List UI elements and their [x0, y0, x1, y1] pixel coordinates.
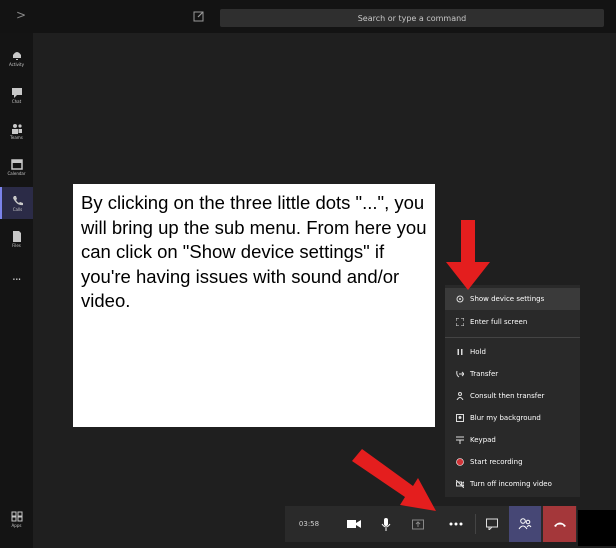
menu-item-consult-then-transfer[interactable]: Consult then transfer	[445, 385, 580, 407]
transfer-icon	[456, 370, 464, 378]
rail-item-calls[interactable]: Calls	[0, 187, 33, 219]
title-bar: > Search or type a command	[0, 0, 616, 33]
hangup-icon	[553, 522, 566, 527]
share-icon	[412, 519, 424, 530]
rail-item-files[interactable]: Files	[0, 223, 33, 255]
people-icon	[518, 518, 532, 530]
camera-icon	[347, 520, 361, 528]
screen-edge	[578, 510, 616, 546]
menu-item-label: Consult then transfer	[470, 392, 545, 400]
instruction-callout: By clicking on the three little dots "..…	[73, 184, 435, 427]
hang-up-button[interactable]	[543, 506, 576, 542]
rail-item-calendar[interactable]: Calendar	[0, 151, 33, 183]
files-icon	[12, 230, 21, 242]
chat-icon	[11, 87, 22, 98]
fullscreen-icon	[456, 318, 464, 326]
rail-item-apps[interactable]: Apps	[0, 503, 33, 535]
menu-item-turn-off-incoming-video[interactable]: Turn off incoming video	[445, 473, 580, 495]
teams-icon	[11, 123, 22, 134]
gear-icon	[456, 295, 464, 303]
menu-item-hold[interactable]: Hold	[445, 341, 580, 363]
menu-item-label: Keypad	[470, 436, 496, 444]
back-chevron-icon[interactable]: >	[16, 8, 26, 22]
more-icon	[449, 522, 463, 526]
more-apps-icon[interactable]: ...	[12, 269, 22, 283]
menu-item-label: Enter full screen	[470, 318, 528, 326]
search-input[interactable]: Search or type a command	[220, 9, 604, 27]
participants-button[interactable]	[509, 506, 541, 542]
menu-item-label: Hold	[470, 348, 486, 356]
menu-item-label: Show device settings	[470, 295, 545, 303]
more-actions-menu: Show device settings Enter full screen H…	[445, 285, 580, 497]
bell-icon	[12, 51, 21, 60]
pause-icon	[457, 349, 463, 355]
menu-divider	[445, 337, 580, 338]
call-controls-bar: 03:58	[285, 506, 577, 542]
menu-item-label: Start recording	[470, 458, 523, 466]
menu-item-keypad[interactable]: Keypad	[445, 429, 580, 451]
mic-icon	[381, 517, 391, 531]
menu-item-blur-background[interactable]: Blur my background	[445, 407, 580, 429]
menu-item-label: Transfer	[470, 370, 499, 378]
menu-item-enter-full-screen[interactable]: Enter full screen	[445, 311, 580, 333]
keypad-icon	[456, 436, 464, 444]
consult-transfer-icon	[456, 392, 464, 400]
controls-divider	[475, 514, 476, 534]
menu-item-label: Blur my background	[470, 414, 541, 422]
share-button[interactable]	[403, 506, 433, 542]
menu-item-transfer[interactable]: Transfer	[445, 363, 580, 385]
chat-button[interactable]	[477, 506, 507, 542]
menu-item-label: Turn off incoming video	[470, 480, 552, 488]
mic-button[interactable]	[371, 506, 401, 542]
compose-icon[interactable]	[193, 10, 205, 22]
blur-icon	[456, 414, 464, 422]
call-timer: 03:58	[298, 520, 320, 528]
app-rail: Activity Chat Teams Calendar Calls Files…	[0, 33, 33, 548]
menu-item-start-recording[interactable]: Start recording	[445, 451, 580, 473]
record-icon	[456, 458, 464, 466]
phone-icon	[12, 195, 23, 205]
video-off-icon	[456, 480, 464, 488]
rail-item-teams[interactable]: Teams	[0, 115, 33, 147]
camera-button[interactable]	[339, 506, 369, 542]
rail-item-chat[interactable]: Chat	[0, 79, 33, 111]
chat-icon	[486, 518, 498, 530]
more-actions-button[interactable]	[441, 506, 471, 542]
menu-item-show-device-settings[interactable]: Show device settings	[445, 288, 580, 310]
calendar-icon	[10, 158, 23, 170]
apps-icon	[11, 511, 22, 521]
rail-item-activity[interactable]: Activity	[0, 42, 33, 74]
